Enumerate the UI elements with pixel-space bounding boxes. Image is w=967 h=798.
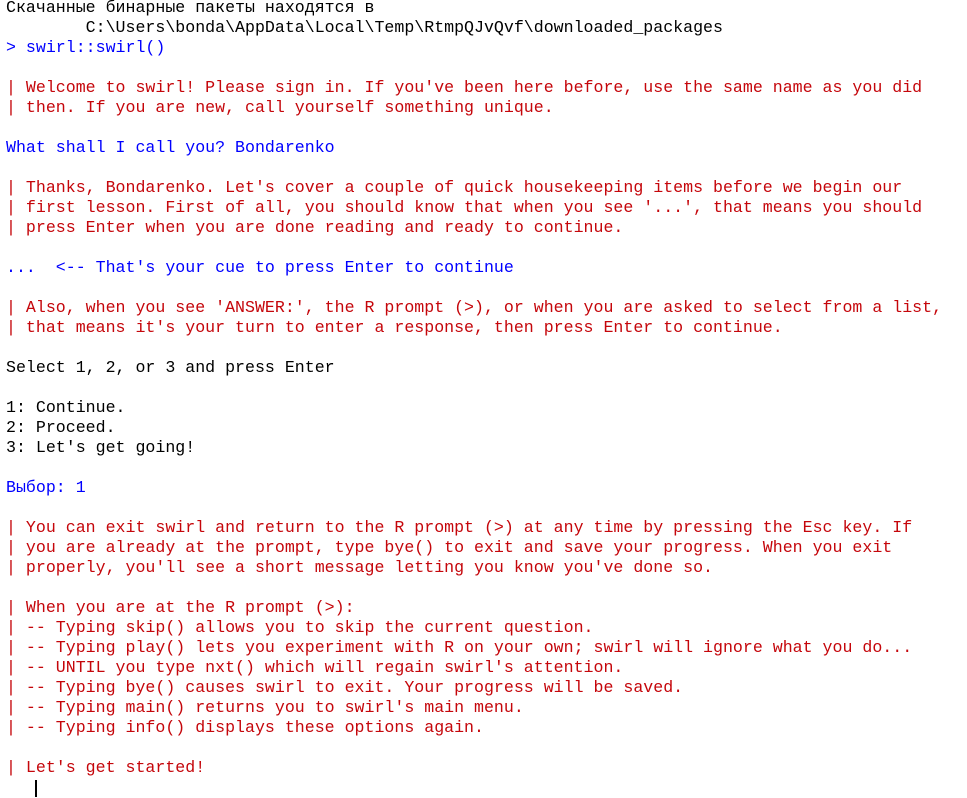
console-line: Select 1, 2, or 3 and press Enter: [6, 358, 335, 377]
console-line: 2: Proceed.: [6, 418, 116, 437]
console-line: 3: Let's get going!: [6, 438, 196, 457]
input-line[interactable]: [6, 778, 964, 798]
user-input-line: > swirl::swirl(): [6, 38, 166, 57]
swirl-message-line: | first lesson. First of all, you should…: [6, 198, 923, 217]
swirl-message-line: | Also, when you see 'ANSWER:', the R pr…: [6, 298, 943, 317]
swirl-message-line: | -- Typing play() lets you experiment w…: [6, 638, 913, 657]
swirl-message-line: | -- Typing info() displays these option…: [6, 718, 484, 737]
swirl-message-line: | then. If you are new, call yourself so…: [6, 98, 554, 117]
swirl-message-line: | that means it's your turn to enter a r…: [6, 318, 783, 337]
console-line: C:\Users\bonda\AppData\Local\Temp\RtmpQJ…: [6, 18, 723, 37]
swirl-message-line: | You can exit swirl and return to the R…: [6, 518, 913, 537]
swirl-message-line: | -- UNTIL you type nxt() which will reg…: [6, 658, 624, 677]
swirl-message-line: | -- Typing skip() allows you to skip th…: [6, 618, 594, 637]
swirl-message-line: | -- Typing main() returns you to swirl'…: [6, 698, 524, 717]
swirl-message-line: | Welcome to swirl! Please sign in. If y…: [6, 78, 923, 97]
swirl-message-line: | you are already at the prompt, type by…: [6, 538, 893, 557]
user-input-line: What shall I call you? Bondarenko: [6, 138, 335, 157]
swirl-message-line: | When you are at the R prompt (>):: [6, 598, 355, 617]
user-input-line: Выбор: 1: [6, 478, 86, 497]
swirl-message-line: | press Enter when you are done reading …: [6, 218, 624, 237]
user-input-line: ... <-- That's your cue to press Enter t…: [6, 258, 514, 277]
swirl-message-line: | Thanks, Bondarenko. Let's cover a coup…: [6, 178, 903, 197]
text-cursor: [35, 780, 37, 797]
swirl-message-line: | Let's get started!: [6, 758, 206, 777]
console-line: 1: Continue.: [6, 398, 126, 417]
r-console-output[interactable]: Скачанные бинарные пакеты находятся в C:…: [6, 0, 964, 798]
console-line: Скачанные бинарные пакеты находятся в: [6, 0, 375, 17]
swirl-message-line: | -- Typing bye() causes swirl to exit. …: [6, 678, 684, 697]
swirl-message-line: | properly, you'll see a short message l…: [6, 558, 714, 577]
